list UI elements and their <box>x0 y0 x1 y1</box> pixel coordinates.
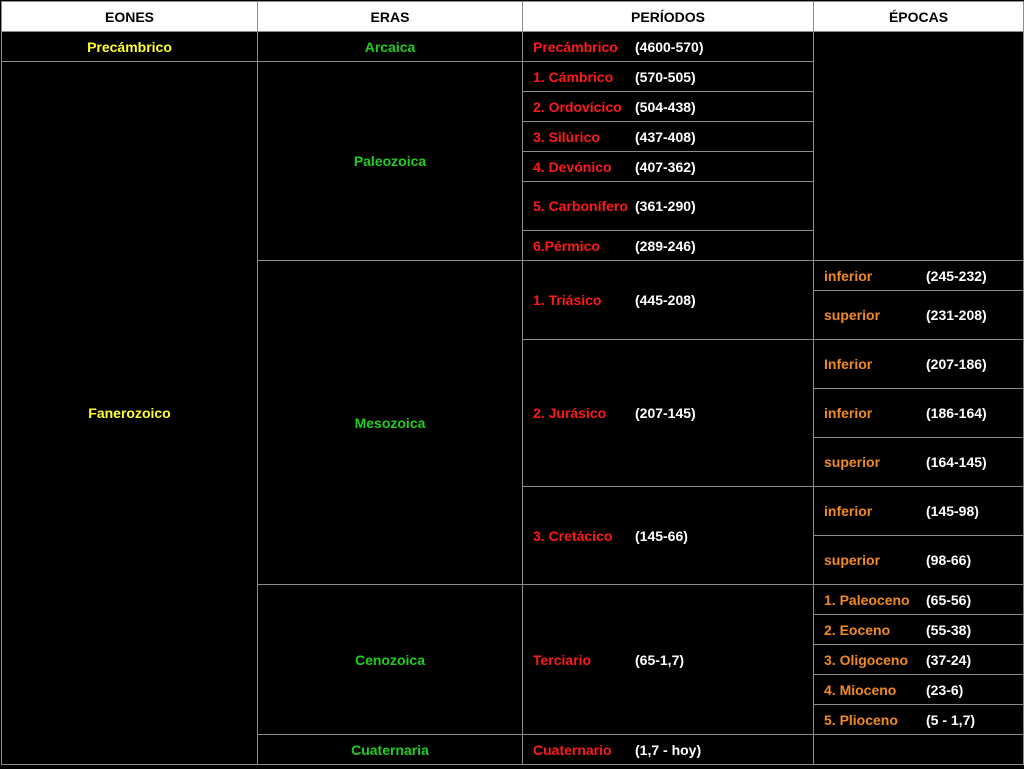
epoch-range: (55-38) <box>926 621 972 638</box>
period-jurasico: 2. Jurásico (207-145) <box>522 339 814 487</box>
table-row: Precámbrico Arcaica Precámbrico (4600-570… <box>1 31 1024 261</box>
era-mesozoica: Mesozoica <box>257 260 523 585</box>
period-range: (407-362) <box>635 158 696 175</box>
period-permico: 6.Pérmico (289-246) <box>522 230 814 261</box>
epoch-mioceno: 4. Mioceno (23-6) <box>813 674 1024 705</box>
geologic-time-table: EONES ERAS PERÍODOS ÉPOCAS Precámbrico A… <box>1 1 1024 765</box>
period-name: Precámbrico <box>533 38 618 55</box>
period-name: Terciario <box>533 651 592 668</box>
epoch-jurasico-superior: superior (164-145) <box>813 437 1024 487</box>
epoch-name: Inferior <box>824 356 873 372</box>
period-range: (361-290) <box>635 198 696 214</box>
period-devonico: 4. Devónico (407-362) <box>522 151 814 182</box>
epoch-eoceno: 2. Eoceno (55-38) <box>813 614 1024 645</box>
period-name: 5. Carbonífero <box>533 198 628 214</box>
epoch-paleoceno: 1. Paleoceno (65-56) <box>813 584 1024 615</box>
epoch-range: (145-98) <box>926 503 979 519</box>
epoch-name: 4. Mioceno <box>824 681 897 698</box>
era-arcaica: Arcaica <box>257 31 523 62</box>
epoch-name: inferior <box>824 267 873 284</box>
eon-fanerozoico: Fanerozoico <box>1 61 258 765</box>
epoch-range: (98-66) <box>926 552 972 568</box>
epoch-plioceno: 5. Plioceno (5 - 1,7) <box>813 704 1024 735</box>
period-terciario: Terciario (65-1,7) <box>522 584 814 735</box>
epoch-name: 2. Eoceno <box>824 621 891 638</box>
epoch-name: superior <box>824 307 881 323</box>
epoch-triasico-inferior: inferior (245-232) <box>813 260 1024 291</box>
epoch-name: inferior <box>824 405 873 421</box>
period-carbonifero: 5. Carbonífero (361-290) <box>522 181 814 231</box>
epoch-oligoceno: 3. Oligoceno (37-24) <box>813 644 1024 675</box>
period-range: (1,7 - hoy) <box>635 741 702 758</box>
header-eones: EONES <box>1 1 258 32</box>
period-name: 3. Cretácico <box>533 527 613 544</box>
header-periodos: PERÍODOS <box>522 1 814 32</box>
epoch-jurasico-inferior-2: inferior (186-164) <box>813 388 1024 438</box>
epoch-name: 1. Paleoceno <box>824 591 910 608</box>
epoch-name: inferior <box>824 503 873 519</box>
period-range: (289-246) <box>635 237 696 254</box>
period-range: (437-408) <box>635 128 696 145</box>
epoch-cretacico-superior: superior (98-66) <box>813 535 1024 585</box>
period-name: 3. Silúrico <box>533 128 600 145</box>
epoch-name: 3. Oligoceno <box>824 651 909 668</box>
period-silurico: 3. Silúrico (437-408) <box>522 121 814 152</box>
period-cuaternario: Cuaternario (1,7 - hoy) <box>522 734 814 765</box>
epoch-range: (23-6) <box>926 681 964 698</box>
period-range: (504-438) <box>635 98 696 115</box>
period-ordovicico: 2. Ordovícico (504-438) <box>522 91 814 122</box>
epoch-name: 5. Plioceno <box>824 711 898 728</box>
epoch-cretacico-inferior: inferior (145-98) <box>813 486 1024 536</box>
epoch-jurasico-inferior-1: Inferior (207-186) <box>813 339 1024 389</box>
header-eras: ERAS <box>257 1 523 32</box>
epoch-name: superior <box>824 552 881 568</box>
epoch-name: superior <box>824 454 881 470</box>
epoch-range: (207-186) <box>926 356 987 372</box>
period-cambrico: 1. Cámbrico (570-505) <box>522 61 814 92</box>
header-epocas: ÉPOCAS <box>813 1 1024 32</box>
period-triasico: 1. Triásico (445-208) <box>522 260 814 340</box>
era-cuaternaria: Cuaternaria <box>257 734 523 765</box>
epoch-range: (164-145) <box>926 454 987 470</box>
period-name: 1. Cámbrico <box>533 68 614 85</box>
epoch-range: (231-208) <box>926 307 987 323</box>
period-name: Cuaternario <box>533 741 612 758</box>
era-cenozoica: Cenozoica <box>257 584 523 735</box>
period-cretacico: 3. Cretácico (145-66) <box>522 486 814 585</box>
epoch-range: (65-56) <box>926 591 972 608</box>
period-name: 4. Devónico <box>533 158 612 175</box>
epoch-range: (245-232) <box>926 267 987 284</box>
period-range: (65-1,7) <box>635 651 685 668</box>
period-name: 2. Ordovícico <box>533 98 622 115</box>
header-row: EONES ERAS PERÍODOS ÉPOCAS <box>1 1 1024 32</box>
epoch-range: (5 - 1,7) <box>926 711 976 728</box>
period-range: (445-208) <box>635 292 696 308</box>
epoch-triasico-superior: superior (231-208) <box>813 290 1024 340</box>
era-paleozoica: Paleozoica <box>257 61 523 261</box>
period-name: 2. Jurásico <box>533 405 607 421</box>
epoch-range: (37-24) <box>926 651 972 668</box>
period-range: (207-145) <box>635 405 696 421</box>
epoch-empty-cell <box>813 734 1024 765</box>
period-range: (145-66) <box>635 527 688 544</box>
period-name: 6.Pérmico <box>533 237 600 254</box>
period-name: 1. Triásico <box>533 292 602 308</box>
epoch-range: (186-164) <box>926 405 987 421</box>
period-range: (570-505) <box>635 68 696 85</box>
epoch-empty-cell <box>813 31 1024 261</box>
eon-precambrico: Precámbrico <box>1 31 258 62</box>
period-precambrico: Precámbrico (4600-570) <box>522 31 814 62</box>
period-range: (4600-570) <box>635 38 704 55</box>
